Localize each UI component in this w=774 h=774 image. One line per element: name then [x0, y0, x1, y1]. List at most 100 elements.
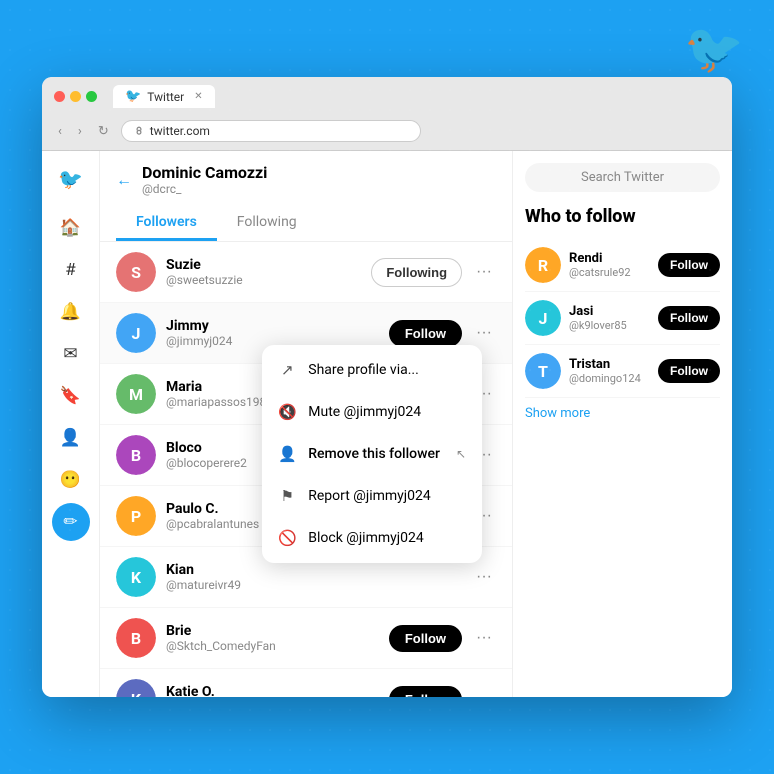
address-text: twitter.com [150, 124, 210, 138]
tab-close-icon[interactable]: ✕ [194, 91, 202, 102]
suggest-handle-tristan: @domingo124 [569, 372, 650, 385]
mute-icon: 🔇 [278, 403, 296, 421]
dropdown-mute-label: Mute @jimmyj024 [308, 404, 421, 420]
show-more-link[interactable]: Show more [525, 398, 720, 429]
avatar-brie: B [116, 618, 156, 658]
dropdown-remove-label: Remove this follower [308, 446, 440, 462]
follower-info-jimmy: Jimmy @jimmyj024 [166, 318, 379, 348]
follower-handle-kian: @matureivr49 [166, 578, 462, 592]
dropdown-mute[interactable]: 🔇 Mute @jimmyj024 [262, 391, 482, 433]
more-button-suzie[interactable]: ··· [472, 259, 496, 285]
suggest-name-tristan: Tristan [569, 357, 650, 372]
tab-label: Twitter [147, 90, 184, 104]
sidebar-item-profile[interactable]: 👤 [52, 419, 90, 457]
browser-titlebar: 🐦 Twitter ✕ [42, 77, 732, 116]
follower-handle-brie: @Sktch_ComedyFan [166, 639, 379, 653]
follower-info-suzie: Suzie @sweetsuzzie [166, 257, 361, 287]
browser-chrome: 🐦 Twitter ✕ ‹ › ↻ twitter.com [42, 77, 732, 151]
follow-button-jimmy[interactable]: Follow [389, 320, 462, 347]
suggest-info-rendi: Rendi @catsrule92 [569, 251, 650, 279]
who-to-follow-title: Who to follow [525, 206, 720, 227]
dropdown-share-label: Share profile via... [308, 362, 419, 378]
suggest-item-jasi: J Jasi @k9lover85 Follow [525, 292, 720, 345]
follower-name-brie: Brie [166, 623, 379, 639]
follower-name-suzie: Suzie [166, 257, 361, 273]
sidebar-item-compose[interactable]: ✏ [52, 503, 90, 541]
suggest-follow-button-jasi[interactable]: Follow [658, 306, 720, 330]
dropdown-share-profile[interactable]: ↗ Share profile via... [262, 349, 482, 391]
suggest-info-tristan: Tristan @domingo124 [569, 357, 650, 385]
more-button-brie[interactable]: ··· [472, 625, 496, 651]
report-icon: ⚑ [278, 487, 296, 505]
follower-name-jimmy: Jimmy [166, 318, 379, 334]
profile-top: ← Dominic Camozzi @dcrc_ [116, 163, 496, 196]
follower-info-kian: Kian @matureivr49 [166, 562, 462, 592]
sidebar-item-home[interactable]: 🏠 [52, 209, 90, 247]
sidebar: 🐦 🏠 # 🔔 ✉ 🔖 👤 😶 ✏ [42, 151, 100, 697]
suggest-avatar-jasi: J [525, 300, 561, 336]
follower-item-katie: K Katie O. @kay_tee_oh Follow ··· [100, 669, 512, 697]
follow-button-katie[interactable]: Follow [389, 686, 462, 698]
dot-maximize[interactable] [86, 91, 97, 102]
sidebar-item-notifications[interactable]: 🔔 [52, 293, 90, 331]
suggest-follow-button-rendi[interactable]: Follow [658, 253, 720, 277]
sidebar-item-messages[interactable]: ✉ [52, 335, 90, 373]
suggest-item-rendi: R Rendi @catsrule92 Follow [525, 239, 720, 292]
back-arrow-button[interactable]: ← [116, 170, 132, 190]
right-panel: Search Twitter Who to follow R Rendi @ca… [512, 151, 732, 697]
tab-following[interactable]: Following [217, 206, 317, 241]
nav-refresh-button[interactable]: ↻ [94, 122, 113, 141]
follower-item-brie: B Brie @Sktch_ComedyFan Follow ··· [100, 608, 512, 669]
follow-button-brie[interactable]: Follow [389, 625, 462, 652]
more-button-kian[interactable]: ··· [472, 564, 496, 590]
search-bar[interactable]: Search Twitter [525, 163, 720, 192]
suggest-handle-jasi: @k9lover85 [569, 319, 650, 332]
dropdown-block[interactable]: 🚫 Block @jimmyj024 [262, 517, 482, 559]
sidebar-item-bookmarks[interactable]: 🔖 [52, 377, 90, 415]
follower-info-katie: Katie O. @kay_tee_oh [166, 684, 379, 697]
sidebar-twitter-logo[interactable]: 🐦 [52, 161, 89, 197]
dot-close[interactable] [54, 91, 65, 102]
suggest-handle-rendi: @catsrule92 [569, 266, 650, 279]
follower-item-suzie: S Suzie @sweetsuzzie Following ··· [100, 242, 512, 303]
browser-tab[interactable]: 🐦 Twitter ✕ [113, 85, 215, 108]
follower-name-katie: Katie O. [166, 684, 379, 697]
nav-forward-button[interactable]: › [74, 122, 86, 141]
suggest-info-jasi: Jasi @k9lover85 [569, 304, 650, 332]
more-button-jimmy[interactable]: ··· [472, 320, 496, 346]
dropdown-report[interactable]: ⚑ Report @jimmyj024 [262, 475, 482, 517]
profile-handle: @dcrc_ [142, 182, 267, 196]
suggest-item-tristan: T Tristan @domingo124 Follow [525, 345, 720, 398]
dot-minimize[interactable] [70, 91, 81, 102]
sidebar-item-explore[interactable]: # [52, 251, 90, 289]
follower-handle-suzie: @sweetsuzzie [166, 273, 361, 287]
avatar-paulo: P [116, 496, 156, 536]
remove-follower-icon: 👤 [278, 445, 296, 463]
suggest-avatar-rendi: R [525, 247, 561, 283]
tab-followers[interactable]: Followers [116, 206, 217, 241]
following-button-suzie[interactable]: Following [371, 258, 462, 287]
lock-icon [134, 126, 144, 136]
nav-back-button[interactable]: ‹ [54, 122, 66, 141]
avatar-suzie: S [116, 252, 156, 292]
more-button-katie[interactable]: ··· [472, 686, 496, 697]
address-bar[interactable]: twitter.com [121, 120, 421, 142]
browser-dots [54, 91, 97, 102]
app-layout: 🐦 🏠 # 🔔 ✉ 🔖 👤 😶 ✏ ← Dominic Camozzi @dcr… [42, 151, 732, 697]
followers-list: S Suzie @sweetsuzzie Following ··· J J [100, 242, 512, 697]
sidebar-item-more[interactable]: 😶 [52, 461, 90, 499]
dropdown-menu-jimmy: ↗ Share profile via... 🔇 Mute @jimmyj024… [262, 345, 482, 563]
follower-info-brie: Brie @Sktch_ComedyFan [166, 623, 379, 653]
dropdown-remove-follower[interactable]: 👤 Remove this follower ↖ [262, 433, 482, 475]
suggest-name-jasi: Jasi [569, 304, 650, 319]
follower-name-kian: Kian [166, 562, 462, 578]
avatar-katie: K [116, 679, 156, 697]
tab-twitter-icon: 🐦 [125, 89, 141, 104]
main-content: ← Dominic Camozzi @dcrc_ Followers Follo… [100, 151, 512, 697]
avatar-bloco: B [116, 435, 156, 475]
avatar-jimmy: J [116, 313, 156, 353]
follower-item-jimmy: J Jimmy @jimmyj024 Follow ··· ↗ Share pr… [100, 303, 512, 364]
avatar-kian: K [116, 557, 156, 597]
block-icon: 🚫 [278, 529, 296, 547]
suggest-follow-button-tristan[interactable]: Follow [658, 359, 720, 383]
